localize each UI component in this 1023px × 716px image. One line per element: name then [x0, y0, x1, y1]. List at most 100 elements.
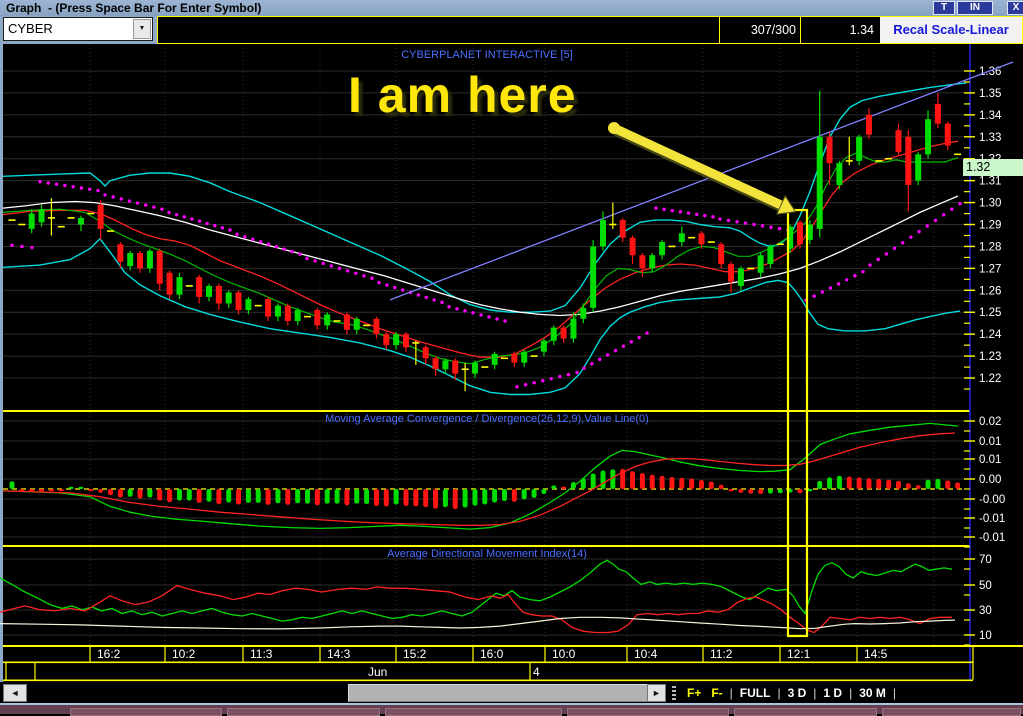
timeframe-button-f+[interactable]: F+ — [687, 686, 701, 700]
close-icon[interactable]: X — [1007, 1, 1023, 15]
macd-histogram-bar — [708, 481, 714, 489]
grip-handle-icon[interactable] — [672, 685, 676, 700]
psar-dot — [182, 215, 186, 219]
macd-histogram-bar — [295, 489, 301, 504]
indicator-tick-label: 50 — [979, 580, 992, 592]
psar-dot — [892, 246, 897, 251]
doji-marker — [688, 236, 696, 239]
price-tick-label: 1.23 — [979, 351, 1001, 363]
titlebar-in-button[interactable]: IN — [957, 1, 993, 15]
candle-body — [925, 119, 932, 155]
macd-histogram-bar — [285, 489, 291, 505]
candle-body — [156, 250, 163, 284]
doji-marker — [8, 219, 16, 221]
candle-body — [698, 233, 705, 245]
candle-body — [403, 334, 409, 348]
candle-body — [206, 285, 212, 297]
psar-dot — [370, 276, 374, 280]
timeframe-button-3d[interactable]: 3 D — [788, 686, 807, 700]
psar-dot — [718, 217, 722, 221]
macd-histogram-bar — [718, 484, 724, 489]
timeframe-button-f-[interactable]: F- — [711, 686, 722, 700]
indicator-tick-label: 0.01 — [979, 436, 1001, 448]
macd-histogram-bar — [738, 489, 744, 493]
psar-dot — [861, 269, 865, 274]
time-tick-label: 16:0 — [480, 647, 504, 661]
macd-histogram-bar — [127, 489, 133, 497]
chevron-down-icon[interactable]: ▼ — [133, 19, 151, 39]
macd-histogram-bar — [334, 489, 340, 504]
psar-dot — [845, 278, 849, 282]
time-tick-label: 10:4 — [634, 647, 658, 661]
separator: | — [729, 685, 733, 700]
doji-marker — [254, 304, 262, 307]
psar-dot — [321, 261, 325, 266]
macd-histogram-bar — [935, 478, 941, 489]
psar-dot — [884, 252, 889, 256]
psar-dot — [743, 221, 748, 225]
indicator-tick-label: -0.00 — [979, 494, 1005, 506]
candle-body — [944, 123, 951, 146]
symbol-combobox[interactable]: CYBER ▼ — [3, 17, 153, 41]
titlebar-t-button[interactable]: T — [933, 1, 955, 15]
doji-marker — [885, 157, 893, 160]
recal-scale-button[interactable]: Recal Scale-Linear — [880, 17, 1022, 43]
psar-dot — [152, 205, 156, 209]
candle-body — [28, 213, 35, 229]
macd-histogram-bar — [98, 489, 104, 493]
macd-histogram-bar — [600, 470, 606, 489]
candle-body — [600, 220, 606, 247]
macd-histogram-bar — [472, 489, 478, 506]
toolbar: CYBER ▼ 307/300 1.34 Recal Scale-Linear — [0, 16, 1023, 44]
candle-body — [895, 130, 902, 153]
candle-body — [816, 136, 823, 229]
doji-marker — [18, 223, 26, 226]
timeframe-button-1d[interactable]: 1 D — [823, 686, 842, 700]
psar-dot — [135, 201, 140, 205]
psar-dot — [416, 293, 421, 297]
psar-dot — [71, 185, 75, 189]
psar-dot — [760, 224, 765, 228]
psar-dot — [637, 335, 641, 340]
doji-marker — [609, 223, 617, 226]
psar-dot — [385, 283, 389, 287]
psar-dot — [590, 362, 594, 366]
timeframe-button-30m[interactable]: 30 M — [859, 686, 886, 700]
psar-dot — [777, 226, 782, 231]
scrollbar-thumb[interactable] — [348, 684, 648, 702]
macd-histogram-bar — [354, 489, 360, 504]
psar-dot — [479, 313, 483, 317]
chart-title: CYBERPLANET INTERACTIVE [5] — [401, 49, 573, 61]
psar-dot — [820, 290, 824, 294]
candle-body — [166, 272, 173, 295]
time-tick-label: 15:2 — [403, 647, 427, 661]
psar-dot — [38, 180, 42, 184]
macd-histogram-bar — [324, 489, 330, 504]
candle-body — [865, 114, 872, 135]
macd-histogram-bar — [669, 477, 675, 489]
scroll-left-icon[interactable]: ◄ — [3, 684, 27, 702]
timeframe-button-full[interactable]: FULL — [740, 686, 771, 700]
scroll-right-icon[interactable]: ► — [647, 684, 666, 702]
psar-dot — [711, 215, 715, 219]
psar-dot — [54, 182, 59, 186]
status-segment — [567, 708, 729, 716]
macd-histogram-bar — [393, 489, 399, 505]
separator: | — [849, 685, 853, 700]
psar-dot — [703, 213, 707, 218]
candle-body — [245, 299, 252, 311]
indicator-tick-label: 0.02 — [979, 416, 1001, 428]
psar-dot — [917, 229, 921, 234]
window-left-border — [0, 16, 3, 703]
macd-histogram-bar — [186, 489, 192, 501]
psar-dot — [290, 249, 294, 254]
candle-body — [728, 263, 735, 282]
psar-dot — [167, 210, 171, 215]
price-tick-label: 1.28 — [979, 241, 1001, 253]
price-tick-label: 1.35 — [979, 88, 1001, 100]
window-title: Graph - (Press Space Bar For Enter Symbo… — [6, 1, 262, 15]
psar-dot — [63, 183, 67, 188]
macd-histogram-bar — [383, 489, 389, 507]
candle-body — [432, 358, 439, 370]
macd-histogram-bar — [117, 489, 123, 498]
